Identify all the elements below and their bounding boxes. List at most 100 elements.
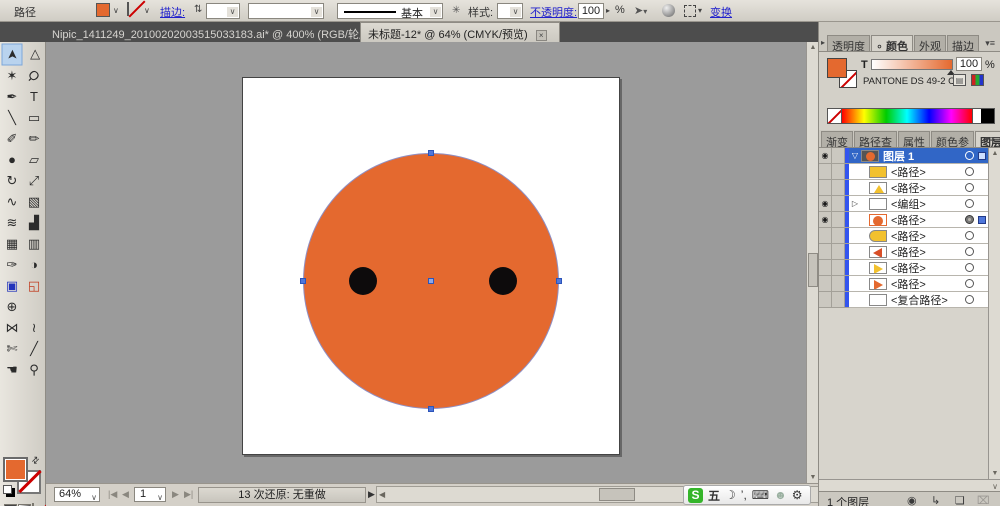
visibility-eye-icon[interactable] [819, 276, 832, 292]
selection-tool[interactable]: ➤ [2, 44, 23, 66]
brush-definition-dropdown[interactable]: 基本 ∨ [337, 3, 443, 19]
live-paint-selection-tool[interactable]: ◱ [23, 275, 45, 296]
target-circle-icon[interactable] [965, 279, 974, 288]
hand-tool[interactable]: ☚ [1, 359, 23, 380]
swap-fill-stroke-icon[interactable]: ⇄ [29, 454, 42, 467]
visibility-eye-icon[interactable] [819, 244, 832, 260]
tint-value-input[interactable]: 100 [956, 57, 982, 71]
warp-tool[interactable]: ∿ [1, 191, 23, 212]
layer-thumbnail[interactable] [869, 198, 887, 210]
ime-punctuation-icon[interactable]: ’, [741, 488, 747, 502]
ime-moon-icon[interactable]: ☽ [725, 488, 736, 502]
spectrum-none-swatch[interactable] [828, 109, 842, 123]
layers-horizontal-scrollbar[interactable]: ∨ [819, 479, 1000, 491]
color-panel-menu-icon[interactable]: ▾≡ [985, 38, 995, 49]
status-flyout-icon[interactable]: ▶ [368, 489, 375, 500]
lock-toggle-cell[interactable] [832, 228, 845, 244]
layer-thumbnail[interactable] [869, 230, 887, 242]
layers-vertical-scrollbar[interactable]: ▲ ▼ [988, 148, 1000, 479]
slice-tool[interactable]: ⋈ [1, 317, 23, 338]
expand-triangle-icon[interactable]: ▷ [849, 199, 861, 208]
layer-row-0[interactable]: ◉▽图层 1 [819, 148, 988, 164]
visibility-eye-icon[interactable]: ◉ [819, 212, 832, 228]
layer-thumbnail[interactable] [869, 214, 887, 226]
visibility-eye-icon[interactable] [819, 180, 832, 196]
lock-toggle-cell[interactable] [832, 164, 845, 180]
layer-row-content[interactable]: <路径> [849, 228, 988, 244]
layer-row-5[interactable]: <路径> [819, 228, 988, 244]
eraser-tool[interactable]: ▱ [23, 149, 45, 170]
ime-person-icon[interactable]: ☻ [774, 488, 787, 502]
lock-toggle-cell[interactable] [832, 196, 845, 212]
graph-tool[interactable]: ▟ [23, 212, 45, 233]
layer-row-2[interactable]: <路径> [819, 180, 988, 196]
artboard-tool[interactable]: ⊕ [1, 296, 23, 317]
lock-toggle-cell[interactable] [832, 292, 845, 308]
gradient-tool[interactable]: ▥ [23, 233, 45, 254]
spectrum-white-swatch[interactable] [972, 109, 981, 123]
prev-artboard-icon[interactable]: ◀ [122, 489, 129, 500]
anchor-right[interactable] [556, 278, 562, 284]
lock-toggle-cell[interactable] [832, 180, 845, 196]
target-circle-icon[interactable] [965, 215, 974, 224]
layer-row-8[interactable]: <路径> [819, 276, 988, 292]
live-paint-bucket-tool[interactable]: ▣ [1, 275, 23, 296]
paintbrush-tool[interactable]: ✐ [1, 128, 23, 149]
layer-row-content[interactable]: ▷<编组> [849, 196, 988, 212]
ime-mode-label[interactable]: 五 [708, 487, 720, 504]
pencil-tool[interactable]: ✏ [23, 128, 45, 149]
target-circle-icon[interactable] [965, 199, 974, 208]
layer-row-content[interactable]: ▽ 图层 1 [849, 148, 988, 164]
make-clipping-mask-icon[interactable]: ◉ [907, 494, 917, 506]
last-artboard-icon[interactable]: ▶| [184, 489, 193, 500]
knife-tool[interactable]: ╱ [23, 338, 45, 359]
pen-tool[interactable]: ✒ [1, 86, 23, 107]
dock-collapse-icon[interactable]: ▸ [821, 38, 825, 47]
recolor-artwork-icon[interactable]: ✳ [452, 5, 460, 16]
opacity-input[interactable]: 100 [578, 3, 604, 19]
layer-thumbnail[interactable] [869, 246, 887, 258]
layer-thumbnail[interactable] [869, 278, 887, 290]
layer-name[interactable]: <路径> [891, 276, 926, 292]
dashed-frame-caret-icon[interactable]: ▾ [698, 6, 702, 15]
ime-toolbar[interactable]: S 五 ☽ ’, ⌨ ☻ ⚙ [683, 485, 811, 505]
canvas-area[interactable] [46, 42, 806, 483]
blend-tool[interactable]: ◑ [23, 254, 45, 275]
expand-triangle-icon[interactable]: ▽ [849, 151, 861, 160]
layer-name[interactable]: <路径> [891, 180, 926, 196]
default-fill-stroke-icon[interactable] [3, 485, 12, 494]
layer-name[interactable]: <路径> [891, 164, 926, 180]
anchor-center[interactable] [428, 278, 434, 284]
layer-thumbnail[interactable] [869, 182, 887, 194]
layer-thumbnail[interactable] [869, 262, 887, 274]
spectrum-black-swatch[interactable] [981, 109, 994, 123]
target-circle-icon[interactable] [965, 151, 974, 160]
layer-name[interactable]: 图层 1 [883, 148, 914, 164]
stroke-weight-stepper[interactable]: ⇅ [194, 4, 202, 15]
layer-row-4[interactable]: ◉<路径> [819, 212, 988, 228]
visibility-eye-icon[interactable]: ◉ [819, 196, 832, 212]
spectrum-ramp[interactable] [842, 109, 972, 123]
visibility-eye-icon[interactable] [819, 228, 832, 244]
layer-row-content[interactable]: <路径> [849, 164, 988, 180]
layer-name[interactable]: <路径> [891, 244, 926, 260]
symbol-sprayer-tool[interactable]: ≋ [1, 212, 23, 233]
layer-row-6[interactable]: <路径> [819, 244, 988, 260]
target-circle-icon[interactable] [965, 231, 974, 240]
anchor-top[interactable] [428, 150, 434, 156]
fill-color-swatch[interactable] [96, 3, 110, 17]
canvas-vertical-scrollbar[interactable]: ▲ ▼ [806, 42, 818, 483]
left-eye-shape[interactable] [349, 267, 377, 295]
layers-hscroll-caret-icon[interactable]: ∨ [992, 482, 998, 491]
visibility-eye-icon[interactable] [819, 292, 832, 308]
layer-name[interactable]: <复合路径> [891, 292, 948, 308]
color-spectrum-bar[interactable] [827, 108, 995, 124]
layer-row-7[interactable]: <路径> [819, 260, 988, 276]
panel-tab-bottom-3[interactable]: 颜色参 [931, 131, 974, 147]
sphere-icon[interactable] [662, 4, 675, 17]
ime-wrench-icon[interactable]: ⚙ [792, 488, 803, 502]
layers-scroll-up-icon[interactable]: ▲ [989, 150, 1000, 157]
layer-row-content[interactable]: <复合路径> [849, 292, 988, 308]
lock-toggle-cell[interactable] [832, 212, 845, 228]
right-eye-shape[interactable] [489, 267, 517, 295]
